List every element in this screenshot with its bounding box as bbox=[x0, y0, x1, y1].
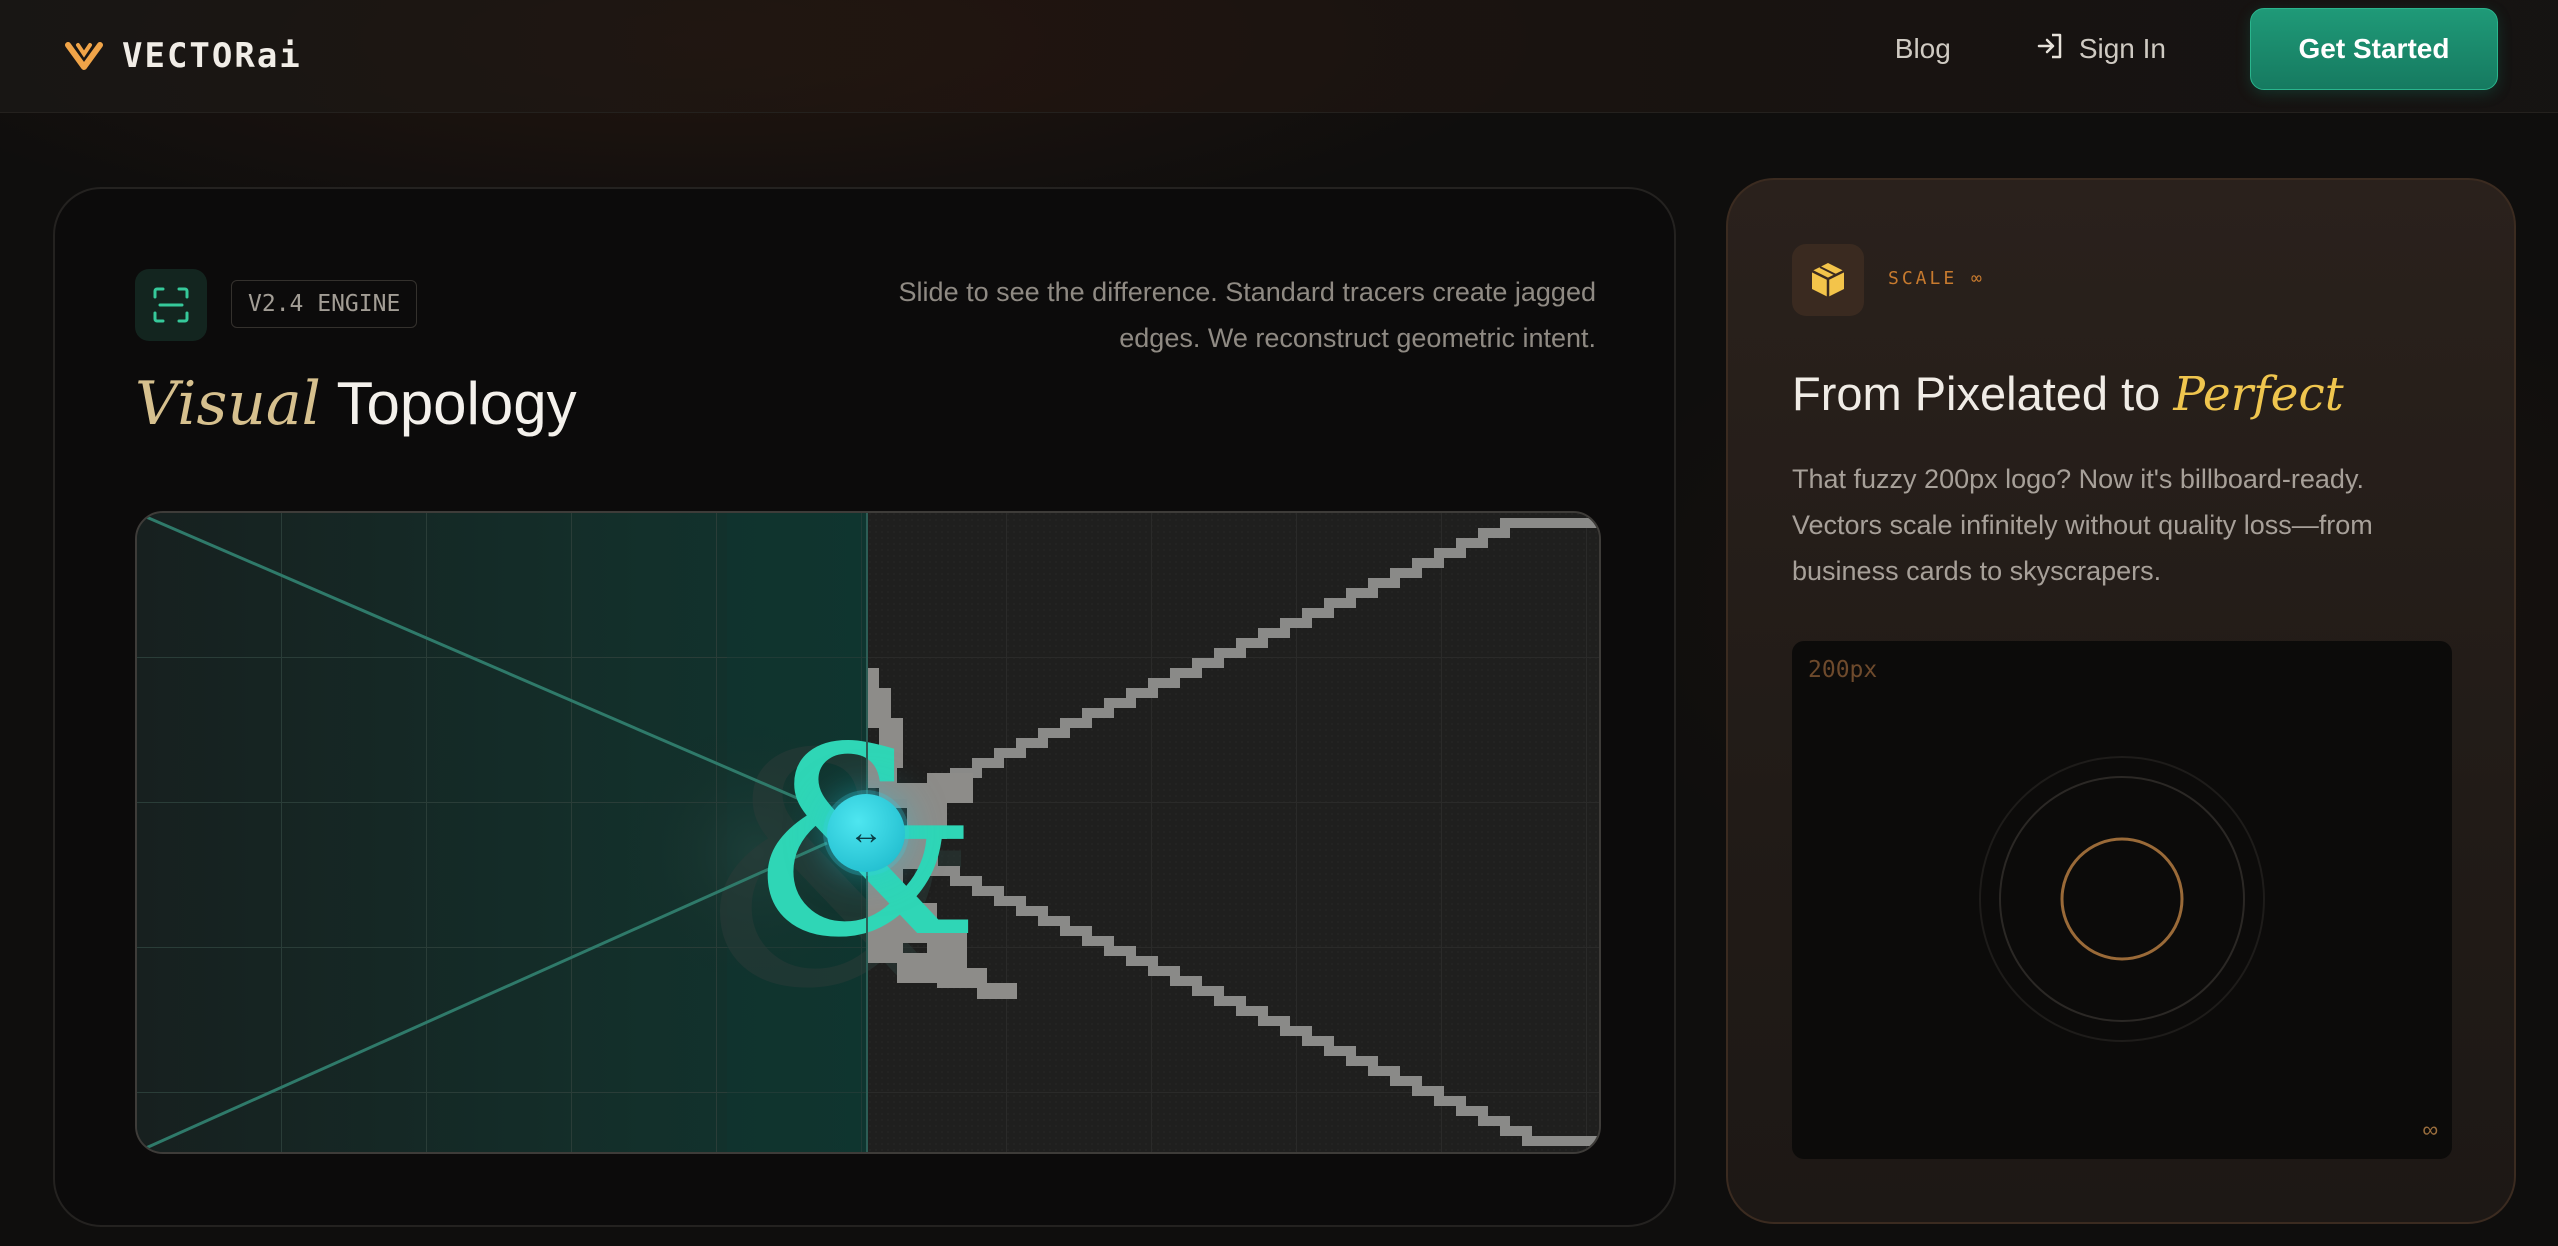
title-rest: Topology bbox=[320, 370, 577, 437]
scan-icon bbox=[135, 269, 207, 341]
title-accent: Visual bbox=[135, 369, 321, 439]
sign-in-icon bbox=[2035, 31, 2065, 68]
scale-rings-graphic bbox=[1979, 756, 2265, 1042]
infinity-icon: ∞ bbox=[2422, 1117, 2438, 1142]
sign-in-label: Sign In bbox=[2078, 33, 2166, 64]
engine-version-badge: V2.4 ENGINE bbox=[231, 280, 418, 328]
arrows-horizontal-icon: ↔ bbox=[849, 813, 883, 852]
scale-title-lead: From Pixelated to bbox=[1792, 367, 2174, 420]
comparison-slider-handle[interactable]: ↔ bbox=[827, 794, 905, 872]
scale-preview: 200px ∞ bbox=[1792, 641, 2452, 1159]
scale-description: That fuzzy 200px logo? Now it's billboar… bbox=[1792, 464, 2373, 586]
top-nav: VECTORai Blog Sign In Get Started bbox=[0, 0, 2558, 113]
nav-blog-link[interactable]: Blog bbox=[1895, 33, 1951, 65]
section-description: Slide to see the difference. Standard tr… bbox=[898, 277, 1596, 353]
brand-logo[interactable]: VECTORai bbox=[64, 28, 302, 84]
section-title: Visual Topology bbox=[135, 369, 577, 439]
preview-size-label: 200px bbox=[1808, 657, 1878, 683]
before-after-comparison[interactable]: & ↔ bbox=[135, 511, 1601, 1154]
cube-icon bbox=[1792, 244, 1864, 316]
brand-name: VECTORai bbox=[122, 36, 302, 76]
vector-logo-icon bbox=[64, 39, 104, 73]
get-started-button[interactable]: Get Started bbox=[2250, 8, 2498, 90]
scale-title: From Pixelated to Perfect bbox=[1792, 366, 2344, 422]
scale-title-accent: Perfect bbox=[2173, 367, 2344, 422]
nav-sign-in-link[interactable]: Sign In bbox=[2035, 31, 2166, 68]
scale-badge: SCALE ∞ bbox=[1888, 268, 1985, 289]
nav-links: Blog Sign In Get Started bbox=[1895, 8, 2498, 90]
visual-topology-card: V2.4 ENGINE Visual Topology Slide to see… bbox=[53, 187, 1676, 1227]
scale-card: SCALE ∞ From Pixelated to Perfect That f… bbox=[1726, 178, 2516, 1224]
